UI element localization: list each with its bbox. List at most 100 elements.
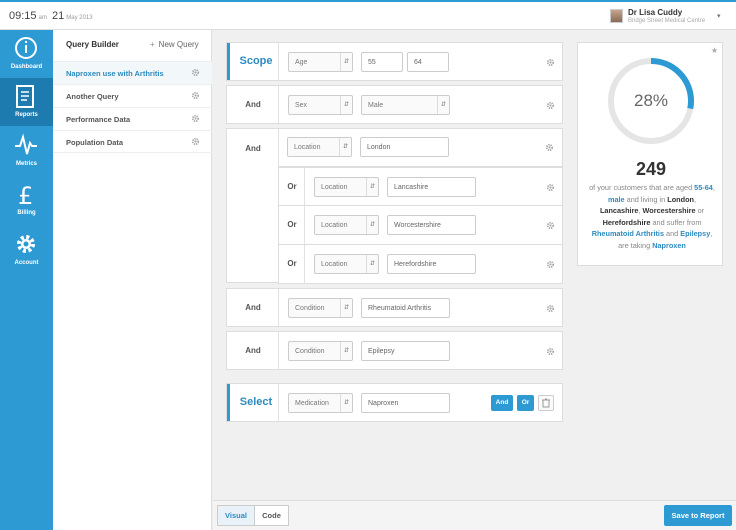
gear-icon[interactable] <box>191 68 200 77</box>
row-label-text: And <box>245 345 261 355</box>
nav-label: Dashboard <box>10 64 43 70</box>
date-day: 21 <box>52 10 65 22</box>
pulse-icon <box>15 133 37 155</box>
select-value: Location <box>321 222 348 229</box>
query-item-label: Performance Data <box>66 115 131 124</box>
location-input[interactable]: London <box>360 137 449 157</box>
select-value: Male <box>368 102 384 109</box>
row-label: And <box>226 128 279 283</box>
input-value: Epilepsy <box>368 348 395 355</box>
select-arrows-icon: ⇵ <box>340 96 352 114</box>
condition-row: And Condition ⇵ Epilepsy <box>226 331 563 370</box>
desc-condition: Epilepsy <box>680 229 711 238</box>
query-item[interactable]: Another Query <box>53 84 212 107</box>
select-arrows-icon: ⇵ <box>340 342 352 360</box>
select-arrows-icon: ⇵ <box>437 96 449 114</box>
row-label: And <box>227 332 279 369</box>
svg-text:£: £ <box>18 182 33 208</box>
desc-text: and <box>666 229 679 238</box>
row-label-text: Or <box>287 182 297 191</box>
input-value: 55 <box>368 59 376 66</box>
clock: 09:15 am <box>9 10 47 22</box>
pound-icon: £ <box>18 182 33 208</box>
desc-text: and living in <box>626 194 666 204</box>
query-item[interactable]: Performance Data <box>53 107 212 130</box>
row-label: And <box>227 289 279 326</box>
nav-item-reports[interactable]: Reports <box>0 78 53 126</box>
field-select[interactable]: Condition ⇵ <box>288 341 353 361</box>
desc-condition: Rheumatoid Arthritis <box>591 229 664 238</box>
new-query-button[interactable]: + New Query <box>150 40 199 49</box>
gear-icon <box>17 235 35 253</box>
gear-icon[interactable] <box>191 114 200 123</box>
desc-text: and suffer from <box>652 217 702 227</box>
desc-text: , <box>638 206 641 215</box>
field-select[interactable]: Location ⇵ <box>287 137 352 157</box>
desc-text: of your customers that are aged <box>589 183 693 192</box>
clock-time: 09:15 <box>9 10 37 22</box>
select-arrows-icon: ⇵ <box>340 53 352 71</box>
query-item-label: Population Data <box>66 138 124 147</box>
field-select[interactable]: Condition ⇵ <box>288 298 353 318</box>
row-label: Or <box>279 245 305 283</box>
tab-visual[interactable]: Visual <box>217 505 255 526</box>
gear-icon[interactable] <box>546 347 555 356</box>
nav-item-billing[interactable]: £ Billing <box>0 176 53 224</box>
add-and-button[interactable]: And <box>491 395 513 411</box>
row-label-text: And <box>245 144 261 153</box>
select-value: Location <box>294 144 321 151</box>
field-select[interactable]: Sex ⇵ <box>288 95 353 115</box>
row-label-text: And <box>245 302 261 312</box>
add-or-button[interactable]: Or <box>517 395 534 411</box>
field-select[interactable]: Location ⇵ <box>314 177 379 197</box>
save-to-report-button[interactable]: Save to Report <box>664 505 732 526</box>
nav-item-metrics[interactable]: Metrics <box>0 127 53 175</box>
medication-input[interactable]: Naproxen <box>361 393 450 413</box>
user-org: Bridge Street Medical Centre <box>628 18 706 24</box>
desc-medication: Naproxen <box>652 240 686 250</box>
input-value: Naproxen <box>368 400 399 407</box>
field-select[interactable]: Age ⇵ <box>288 52 353 72</box>
select-arrows-icon: ⇵ <box>366 216 378 234</box>
field-select[interactable]: Medication ⇵ <box>288 393 353 413</box>
gear-icon[interactable] <box>546 221 555 230</box>
gear-icon[interactable] <box>546 58 555 67</box>
tab-code[interactable]: Code <box>254 505 289 526</box>
gear-icon[interactable] <box>545 143 554 152</box>
trash-icon <box>542 398 550 408</box>
query-item[interactable]: Population Data <box>53 130 212 153</box>
location-input[interactable]: Worcestershire <box>387 215 476 235</box>
location-input[interactable]: Herefordshire <box>387 254 476 274</box>
nav-item-account[interactable]: Account <box>0 226 53 274</box>
gear-icon[interactable] <box>191 91 200 100</box>
age-min-input[interactable]: 55 <box>361 52 403 72</box>
field-select[interactable]: Location ⇵ <box>314 215 379 235</box>
user-menu-chevron-icon[interactable]: ▾ <box>717 12 721 20</box>
condition-input[interactable]: Rheumatoid Arthritis <box>361 298 450 318</box>
desc-age: 55-64 <box>694 183 713 192</box>
result-description: of your customers that are aged 55-64, m… <box>588 182 716 251</box>
percentage-value: 28% <box>633 91 669 110</box>
gear-icon[interactable] <box>546 260 555 269</box>
input-value: Worcestershire <box>394 222 441 229</box>
field-select[interactable]: Location ⇵ <box>314 254 379 274</box>
gear-icon[interactable] <box>546 101 555 110</box>
location-input[interactable]: Lancashire <box>387 177 476 197</box>
nav-label: Metrics <box>15 161 37 167</box>
avatar[interactable] <box>610 9 623 23</box>
or-row: Or Location ⇵ Herefordshire <box>278 245 563 284</box>
user-name[interactable]: Dr Lisa Cuddy <box>628 8 682 17</box>
condition-row: And Condition ⇵ Rheumatoid Arthritis <box>226 288 563 327</box>
age-max-input[interactable]: 64 <box>407 52 449 72</box>
select-arrows-icon: ⇵ <box>339 138 351 156</box>
select-row: Select Medication ⇵ Naproxen And Or <box>226 383 563 422</box>
nav-item-dashboard[interactable]: Dashboard <box>0 30 53 78</box>
delete-button[interactable] <box>538 395 554 411</box>
condition-input[interactable]: Epilepsy <box>361 341 450 361</box>
select-arrows-icon: ⇵ <box>340 394 352 412</box>
query-item[interactable]: Naproxen use with Arthritis <box>53 61 212 84</box>
gear-icon[interactable] <box>546 183 555 192</box>
gear-icon[interactable] <box>191 137 200 146</box>
gear-icon[interactable] <box>546 304 555 313</box>
value-select[interactable]: Male ⇵ <box>361 95 450 115</box>
